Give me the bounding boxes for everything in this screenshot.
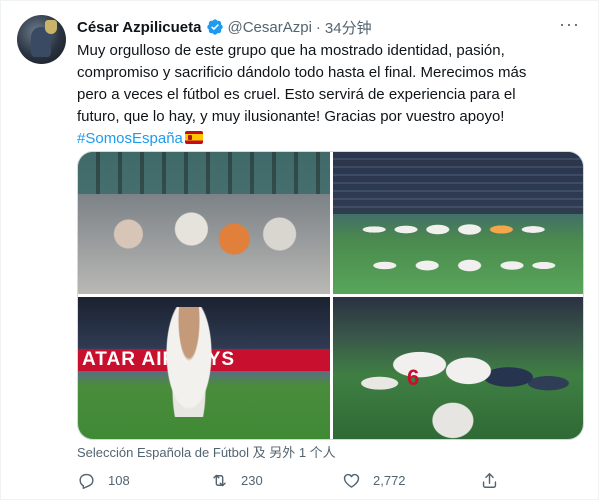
tweet-actions: 108 230 2,772: [77, 465, 582, 495]
tweet-card: César Azpilicueta @CesarAzpi · 34分钟 ··· …: [0, 0, 599, 500]
tweet-text-line: futuro, que lo hay, y muy ilusionante! G…: [77, 108, 505, 125]
photo-detail: [333, 152, 583, 214]
tagged-users[interactable]: Selección Española de Fútbol 及 另外 1 个人: [77, 442, 336, 461]
author-name[interactable]: César Azpilicueta: [77, 19, 202, 36]
tweet-text-line: compromiso y sacrificio dándolo todo has…: [77, 64, 527, 81]
share-button[interactable]: [480, 471, 499, 490]
avatar[interactable]: [17, 15, 66, 64]
hashtag-link[interactable]: #SomosEspaña: [77, 130, 183, 147]
jersey-number: 6: [407, 365, 420, 390]
photo-detail: [353, 207, 565, 282]
tweet-hashtag-line: #SomosEspaña: [77, 128, 577, 150]
more-icon[interactable]: ···: [559, 15, 580, 33]
tweet-header: César Azpilicueta @CesarAzpi · 34分钟: [77, 17, 372, 37]
reply-count: 108: [108, 472, 130, 488]
verified-badge-icon: [206, 19, 223, 35]
photo-team-huddle[interactable]: 6: [333, 297, 583, 439]
spain-flag-icon: [184, 131, 203, 144]
share-icon: [482, 472, 497, 488]
tweet-text-line: Muy orgulloso de este grupo que ha mostr…: [77, 42, 505, 59]
photo-penalty-kick[interactable]: ATAR AIRWAYS: [78, 297, 330, 439]
avatar-trophy: [45, 20, 57, 34]
tweet-text: Muy orgulloso de este grupo que ha mostr…: [77, 40, 577, 150]
media-grid: ATAR AIRWAYS 6: [77, 151, 584, 440]
reply-button[interactable]: 108: [77, 471, 130, 490]
retweet-button[interactable]: 230: [210, 471, 263, 490]
reply-icon: [79, 473, 94, 489]
like-count: 2,772: [373, 472, 406, 488]
tweet-timestamp[interactable]: 34分钟: [325, 17, 372, 38]
photo-detail: [353, 315, 575, 439]
photo-detail: [78, 194, 330, 294]
author-handle[interactable]: @CesarAzpi: [228, 19, 312, 36]
like-button[interactable]: 2,772: [342, 471, 406, 490]
photo-detail: [78, 152, 330, 197]
photo-locker-room[interactable]: [78, 152, 330, 294]
photo-detail: [163, 307, 215, 417]
separator-dot: ·: [315, 18, 321, 36]
photo-team-lineup[interactable]: [333, 152, 583, 294]
heart-icon: [343, 473, 360, 488]
retweet-count: 230: [241, 472, 263, 488]
tweet-text-line: pero a veces el fútbol es cruel. Esto se…: [77, 86, 516, 103]
retweet-icon: [213, 474, 226, 486]
